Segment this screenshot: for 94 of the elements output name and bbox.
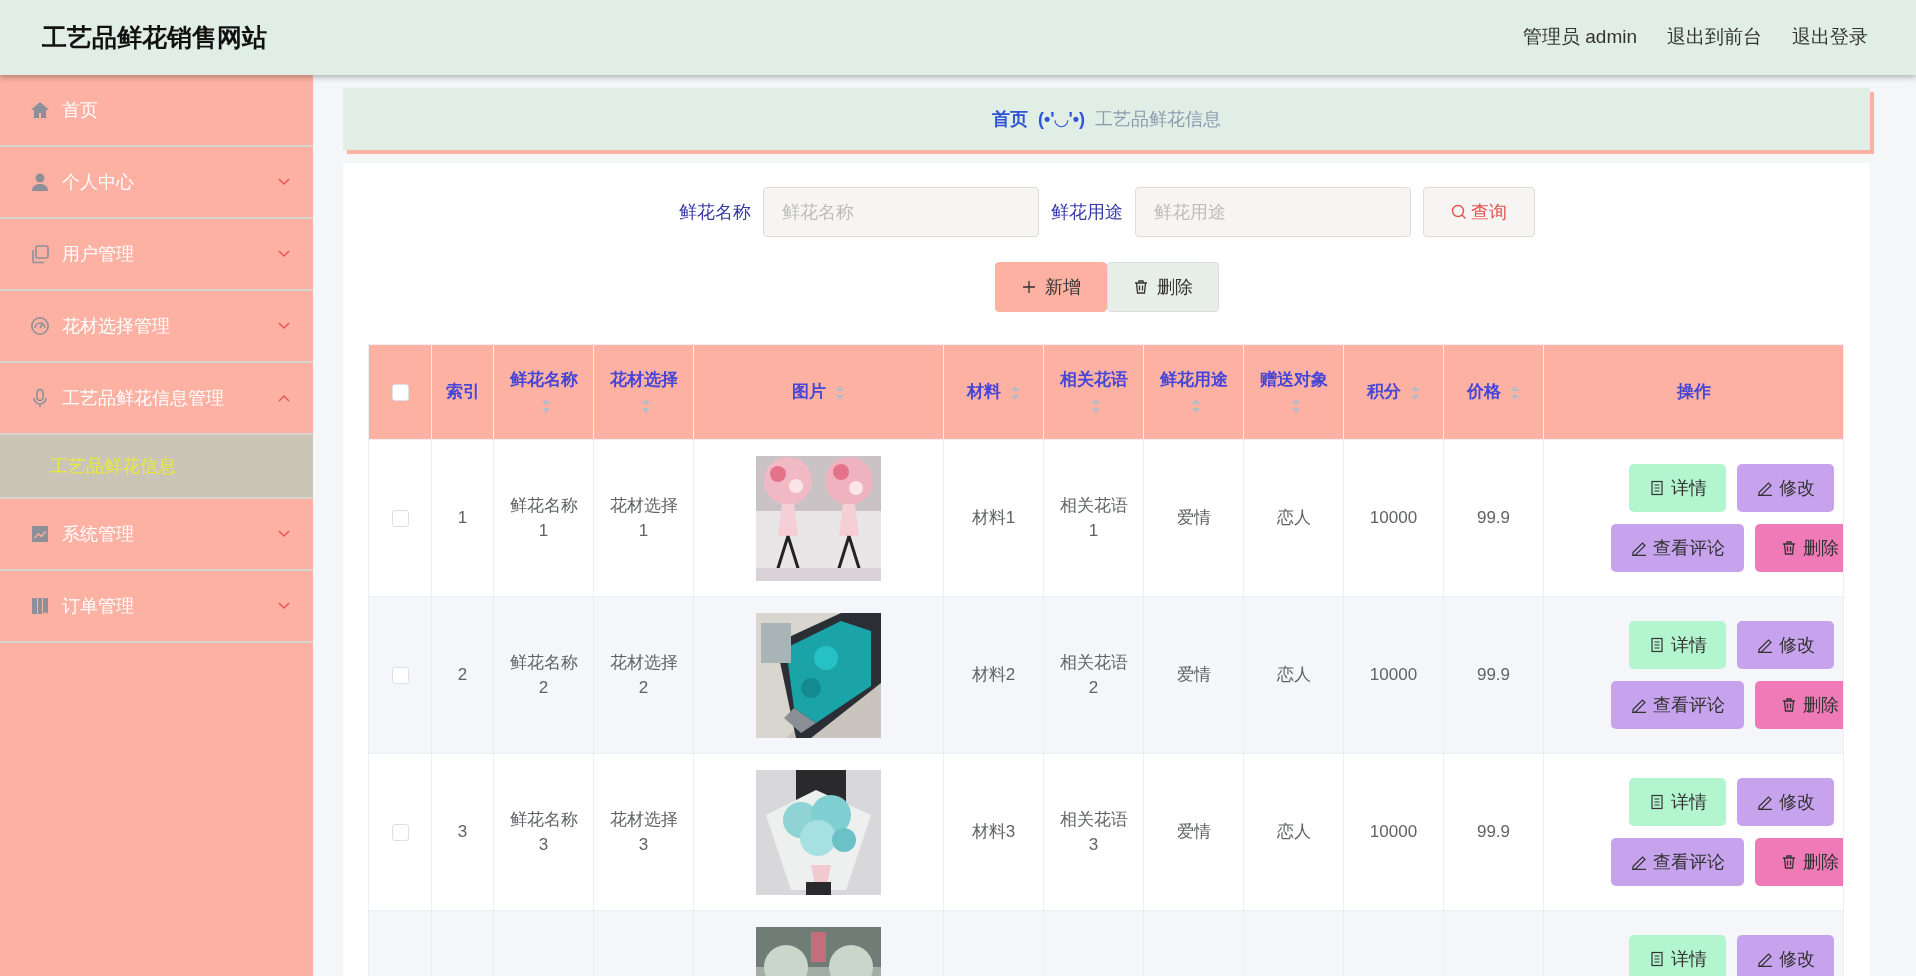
table-cell: 1 — [457, 508, 468, 528]
delete-button[interactable]: 删除 — [1755, 524, 1843, 572]
header-link[interactable]: 退出登录 — [1792, 23, 1868, 52]
field-label: 鲜花用途 — [1050, 200, 1123, 224]
details-button[interactable]: 详情 — [1629, 935, 1726, 976]
column-header[interactable]: 相关花语 — [1059, 369, 1128, 389]
trash-icon — [1132, 279, 1149, 295]
microphone-icon — [30, 388, 50, 408]
checkbox[interactable] — [391, 667, 409, 685]
pencil-icon — [1756, 951, 1773, 967]
field-label: 鲜花名称 — [678, 200, 751, 224]
book-icon — [30, 596, 50, 616]
search-field[interactable]: 鲜花用途 — [1134, 187, 1411, 237]
document-icon — [1648, 794, 1665, 810]
edit-button[interactable]: 修改 — [1737, 621, 1834, 669]
plus-icon — [1020, 279, 1037, 295]
gauge-icon — [30, 316, 50, 336]
pencil-icon — [1630, 540, 1647, 556]
checkbox[interactable] — [391, 384, 409, 402]
document-icon — [1648, 951, 1665, 967]
edit-button[interactable]: 修改 — [1737, 778, 1834, 826]
column-header[interactable]: 积分 — [1367, 382, 1402, 402]
trash-icon — [1781, 697, 1797, 713]
add-button[interactable]: 新增 — [994, 262, 1107, 312]
trash-icon — [1781, 854, 1797, 870]
table-cell: 花材选择1 — [609, 495, 678, 540]
delete-button[interactable]: 删除 — [1755, 838, 1843, 886]
table-cell: 恋人 — [1276, 822, 1311, 842]
pencil-icon — [1630, 854, 1647, 870]
search-field[interactable]: 鲜花名称 — [762, 187, 1039, 237]
details-button[interactable]: 详情 — [1629, 621, 1726, 669]
table-cell: 2 — [457, 665, 468, 685]
table-cell: 材料2 — [971, 665, 1016, 685]
breadcrumb-link[interactable]: 首页 — [992, 105, 1028, 133]
document-icon — [1648, 480, 1665, 496]
pencil-icon — [1630, 697, 1647, 713]
details-button[interactable]: 详情 — [1629, 778, 1726, 826]
table-cell: 花材选择3 — [609, 809, 678, 854]
trash-icon — [1781, 540, 1797, 556]
table-cell: 99.9 — [1476, 822, 1511, 842]
table-cell: 10000 — [1369, 822, 1418, 842]
edit-button[interactable]: 修改 — [1737, 464, 1834, 512]
chart-icon — [30, 524, 50, 544]
table-cell: 10000 — [1369, 508, 1418, 528]
table-cell: 相关花语3 — [1059, 809, 1128, 854]
table-cell: 爱情 — [1176, 508, 1211, 528]
column-header: 操作 — [1676, 382, 1711, 402]
delete-button[interactable]: 删除 — [1755, 681, 1843, 729]
column-header[interactable]: 材料 — [967, 382, 1002, 402]
table-cell: 鲜花名称2 — [509, 652, 578, 697]
table-cell: 相关花语1 — [1059, 495, 1128, 540]
table-cell: 3 — [457, 822, 468, 842]
column-header[interactable]: 价格 — [1467, 382, 1502, 402]
breadcrumb-current: 工艺品鲜花信息 — [1095, 107, 1221, 131]
column-header[interactable]: 赠送对象 — [1259, 369, 1328, 389]
table-cell: 10000 — [1369, 665, 1418, 685]
search-button[interactable]: 查询 — [1422, 187, 1535, 237]
edit-button[interactable]: 修改 — [1737, 935, 1834, 976]
table-cell: 鲜花名称1 — [509, 495, 578, 540]
pencil-icon — [1756, 480, 1773, 496]
table-cell: 99.9 — [1476, 508, 1511, 528]
header-link[interactable]: 退出到前台 — [1667, 23, 1762, 52]
table-cell: 恋人 — [1276, 665, 1311, 685]
header-link[interactable]: 管理员 admin — [1522, 23, 1637, 52]
delete-button[interactable]: 删除 — [1106, 262, 1219, 312]
column-header[interactable]: 鲜花用途 — [1159, 369, 1228, 389]
table-cell: 鲜花名称3 — [509, 809, 578, 854]
checkbox[interactable] — [391, 824, 409, 842]
column-header[interactable]: 花材选择 — [609, 369, 678, 389]
table-cell: 相关花语2 — [1059, 652, 1128, 697]
checkbox[interactable] — [391, 510, 409, 528]
document-icon — [1648, 637, 1665, 653]
table-cell: 材料3 — [971, 822, 1016, 842]
table-cell: 花材选择2 — [609, 652, 678, 697]
pencil-icon — [1756, 637, 1773, 653]
comments-button[interactable]: 查看评论 — [1611, 838, 1744, 886]
pencil-icon — [1756, 794, 1773, 810]
copy-icon — [30, 244, 50, 264]
search-icon — [1450, 204, 1467, 220]
home-icon — [30, 100, 50, 120]
breadcrumb-separator: (•'◡'•) — [1038, 107, 1085, 131]
details-button[interactable]: 详情 — [1629, 464, 1726, 512]
column-header[interactable]: 鲜花名称 — [509, 369, 578, 389]
table-cell: 材料1 — [971, 508, 1016, 528]
table-cell: 爱情 — [1176, 822, 1211, 842]
table-cell: 99.9 — [1476, 665, 1511, 685]
table-cell: 恋人 — [1276, 508, 1311, 528]
comments-button[interactable]: 查看评论 — [1611, 681, 1744, 729]
site-title: 工艺品鲜花销售网站 — [42, 21, 267, 53]
column-header[interactable]: 图片 — [792, 382, 827, 402]
user-icon — [30, 172, 50, 192]
column-header: 索引 — [445, 382, 480, 402]
comments-button[interactable]: 查看评论 — [1611, 524, 1744, 572]
table-cell: 爱情 — [1176, 665, 1211, 685]
